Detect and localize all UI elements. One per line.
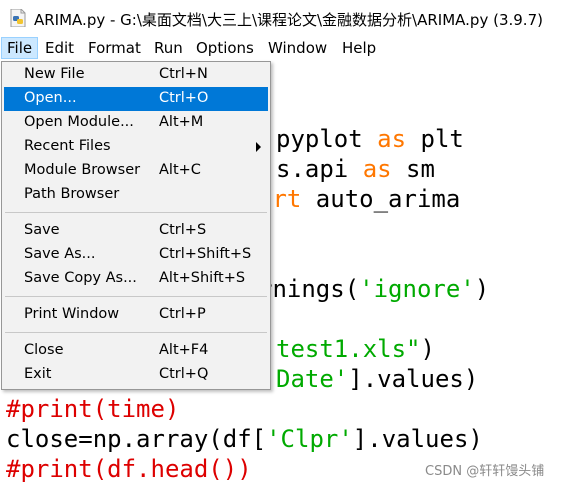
code-line[interactable]: ort auto_arima — [258, 184, 460, 214]
menu-item-save[interactable]: Save Ctrl+S — [4, 219, 268, 243]
code-token: auto_arima — [301, 185, 461, 213]
menu-file[interactable]: File — [1, 37, 39, 59]
code-token: plt — [406, 125, 464, 153]
code-line[interactable]: s.api as sm — [276, 154, 435, 184]
submenu-arrow-icon — [256, 142, 261, 152]
code-line[interactable]: #print(df.head()) — [6, 454, 252, 484]
code-token: close=np.array(df[ — [6, 425, 267, 453]
menu-options[interactable]: Options — [191, 37, 259, 59]
code-token: rnings( — [258, 275, 360, 303]
menu-item-label: Module Browser — [24, 162, 141, 178]
code-token: ) — [474, 275, 490, 303]
menu-item-save-as[interactable]: Save As... Ctrl+Shift+S — [4, 243, 268, 267]
code-token: Date' — [276, 365, 349, 393]
code-token: #print(df.head()) — [6, 455, 252, 483]
code-line[interactable]: pyplot as plt — [276, 124, 464, 154]
menu-item-path-browser[interactable]: Path Browser — [4, 183, 268, 207]
code-token: sm — [391, 155, 435, 183]
watermark-text: CSDN @轩轩馒头铺 — [425, 464, 545, 479]
menu-item-label: Save As... — [24, 246, 96, 262]
menu-item-label: Save — [24, 222, 60, 238]
code-token: ].values) — [352, 425, 483, 453]
menu-bar: File Edit Format Run Options Window Help — [0, 37, 587, 61]
menu-item-save-copy-as[interactable]: Save Copy As... Alt+Shift+S — [4, 267, 268, 291]
code-line[interactable]: test1.xls") — [276, 334, 435, 364]
menu-item-shortcut: Ctrl+N — [159, 66, 208, 82]
menu-item-label: Open Module... — [24, 114, 134, 130]
menu-item-label: Open... — [24, 90, 77, 106]
menu-window[interactable]: Window — [263, 37, 332, 59]
menu-item-shortcut: Ctrl+Shift+S — [159, 246, 252, 262]
code-token: ].values) — [348, 365, 479, 393]
code-token: 'Clpr' — [266, 425, 353, 453]
menu-item-shortcut: Alt+F4 — [159, 342, 209, 358]
menu-item-label: Recent Files — [24, 138, 111, 154]
code-token: pyplot — [276, 125, 378, 153]
menu-edit[interactable]: Edit — [40, 37, 79, 59]
menu-item-shortcut: Ctrl+Q — [159, 366, 209, 382]
menu-item-shortcut: Alt+C — [159, 162, 201, 178]
menu-item-recent-files[interactable]: Recent Files — [4, 135, 268, 159]
code-line[interactable]: Date'].values) — [276, 364, 478, 394]
menu-run[interactable]: Run — [149, 37, 188, 59]
menu-item-shortcut: Alt+M — [159, 114, 204, 130]
menu-item-shortcut: Alt+Shift+S — [159, 270, 246, 286]
file-menu-dropdown: New File Ctrl+N Open... Ctrl+O Open Modu… — [1, 61, 271, 390]
menu-item-shortcut: Ctrl+S — [159, 222, 207, 238]
python-file-icon — [10, 9, 26, 27]
code-line[interactable]: close=np.array(df['Clpr'].values) — [6, 424, 483, 454]
menu-item-label: Close — [24, 342, 64, 358]
title-bar: ARIMA.py - G:\桌面文档\大三上\课程论文\金融数据分析\ARIMA… — [0, 0, 587, 36]
menu-item-shortcut: Ctrl+O — [159, 90, 209, 106]
menu-item-shortcut: Ctrl+P — [159, 306, 206, 322]
menu-item-close[interactable]: Close Alt+F4 — [4, 339, 268, 363]
code-token: #print(time) — [6, 395, 180, 423]
menu-help[interactable]: Help — [337, 37, 381, 59]
code-token: 'ignore' — [359, 275, 475, 303]
menu-separator — [5, 212, 267, 213]
code-token: as — [362, 155, 392, 183]
menu-item-label: Exit — [24, 366, 52, 382]
menu-separator — [5, 296, 267, 297]
menu-item-open[interactable]: Open... Ctrl+O — [4, 87, 268, 111]
menu-item-label: Save Copy As... — [24, 270, 137, 286]
code-line[interactable]: #print(time) — [6, 394, 179, 424]
menu-item-label: Path Browser — [24, 186, 120, 202]
menu-item-module-browser[interactable]: Module Browser Alt+C — [4, 159, 268, 183]
code-token: test1.xls" — [276, 335, 421, 363]
code-line[interactable]: rnings('ignore') — [258, 274, 489, 304]
menu-item-exit[interactable]: Exit Ctrl+Q — [4, 363, 268, 387]
menu-format[interactable]: Format — [83, 37, 146, 59]
code-token: as — [377, 125, 407, 153]
code-token: s.api — [276, 155, 363, 183]
code-token: ) — [420, 335, 435, 363]
menu-separator — [5, 332, 267, 333]
menu-item-print-window[interactable]: Print Window Ctrl+P — [4, 303, 268, 327]
menu-item-label: New File — [24, 66, 85, 82]
window-title: ARIMA.py - G:\桌面文档\大三上\课程论文\金融数据分析\ARIMA… — [34, 11, 543, 29]
menu-item-open-module[interactable]: Open Module... Alt+M — [4, 111, 268, 135]
menu-item-label: Print Window — [24, 306, 120, 322]
menu-item-new-file[interactable]: New File Ctrl+N — [4, 63, 268, 87]
